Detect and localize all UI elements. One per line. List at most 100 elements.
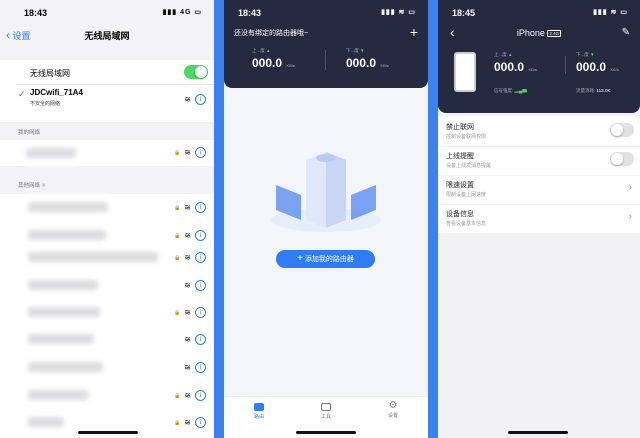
router-icon [254, 403, 264, 411]
signal-strength: 信号强度: ▂▄▆ [494, 88, 527, 94]
tab-bar: 路由 工具 ⚙ 设置 [224, 396, 428, 438]
upload-unit: KB/s [286, 63, 295, 68]
nav-bar: ‹ 设置 无线局域网 [0, 24, 214, 46]
wifi-icon: ≋ [184, 281, 191, 290]
wlan-toggle[interactable] [184, 65, 208, 79]
setting-title: 设备信息 [446, 211, 474, 218]
tab-router[interactable]: 路由 [248, 403, 270, 420]
divider [565, 56, 566, 74]
setting-speed-limit[interactable]: 限速设置 限制设备上网速度 › [438, 176, 640, 204]
home-indicator [296, 431, 356, 434]
add-router-button[interactable]: + 添加我的路由器 [276, 250, 375, 268]
connected-ssid[interactable]: JDCwifi_71A4 [30, 88, 83, 97]
setting-online-alert: 上线提醒 设备上线发消息提醒 [438, 147, 640, 175]
setting-title: 上线提醒 [446, 153, 474, 160]
info-icon[interactable]: i [195, 417, 206, 428]
other-networks-header: 其他网络 ✳ [18, 181, 46, 189]
plus-icon: + [297, 253, 303, 264]
info-icon[interactable]: i [195, 202, 206, 213]
setting-device-info[interactable]: 设备信息 查看设备基本信息 › [438, 205, 640, 233]
no-router-notice: 还没有绑定的路由器哦~ [234, 30, 309, 37]
my-networks-header: 我的网络 [18, 130, 41, 136]
status-icons: ▮▮▮ ≋ ▭ [593, 9, 628, 16]
upload-value: 000.0 [252, 56, 283, 70]
setting-desc: 设备上线发消息提醒 [446, 163, 492, 169]
info-icon[interactable]: i [195, 390, 206, 401]
setting-desc: 控制设备联网权限 [446, 134, 487, 140]
lock-icon: 🔒 [174, 419, 181, 426]
info-icon[interactable]: i [195, 94, 206, 105]
download-value: 000.0 [346, 56, 377, 70]
traffic-usage: 流量消耗: 113.0K [576, 88, 610, 94]
network-row[interactable]: ≋ i [0, 326, 214, 352]
download-value: 000.0 [576, 60, 607, 74]
upload-speed: 上...度 ▲ 000.0 KB/s [494, 52, 537, 76]
info-icon[interactable]: i [195, 252, 206, 263]
setting-title: 禁止联网 [446, 124, 474, 131]
other-networks-label: 其他网络 [18, 183, 41, 189]
status-bar: 18:43 ▮▮▮ ≋ ▭ [224, 0, 428, 24]
wifi-icon: ≋ [184, 418, 191, 427]
tab-settings-label: 设置 [387, 413, 398, 419]
info-icon[interactable]: i [195, 147, 206, 158]
info-icon[interactable]: i [195, 362, 206, 373]
traffic-value: 113.0K [596, 88, 611, 93]
setting-title: 限速设置 [446, 182, 474, 189]
device-name: iPhone [516, 28, 545, 38]
status-bar: 18:45 ▮▮▮ ≋ ▭ [438, 0, 640, 24]
wifi-icon: ≋ [184, 335, 191, 344]
device-panel: 18:45 ▮▮▮ ≋ ▭ ‹ iPhone 2.4G ✎ 上...度 ▲ 00… [438, 0, 640, 113]
network-type: 4G [180, 9, 192, 16]
edit-icon[interactable]: ✎ [622, 27, 630, 38]
connected-note: 不安全的网络 [30, 101, 61, 107]
wifi-icon: ≋ [184, 391, 191, 400]
info-icon[interactable]: i [195, 230, 206, 241]
wlan-group: 无线局域网 ✓ JDCwifi_71A4 不安全的网络 ≋ i [0, 60, 214, 122]
add-icon[interactable]: + [410, 24, 418, 40]
signal-label: 信号强度: [494, 88, 514, 93]
traffic-label: 流量消耗: [576, 88, 596, 93]
chevron-right-icon: › [628, 182, 632, 193]
network-row[interactable]: 🔒 ≋ i [0, 299, 214, 325]
home-indicator [508, 431, 568, 434]
download-speed: 下...度 ▼ 000.0 KB/s [576, 52, 619, 76]
lock-icon: 🔒 [174, 149, 181, 156]
toolbox-icon [321, 403, 331, 411]
wifi-icon: ≋ [184, 148, 191, 157]
tab-router-label: 路由 [253, 414, 264, 420]
my-network-row[interactable]: 🔒 ≋ i [0, 140, 214, 166]
loading-spinner-icon: ✳ [41, 183, 47, 189]
info-icon[interactable]: i [195, 334, 206, 345]
lock-icon: 🔒 [174, 204, 181, 211]
network-row[interactable]: 🔒 ≋ i [0, 382, 214, 408]
network-row[interactable]: ≋ i [0, 354, 214, 380]
online-alert-toggle[interactable] [610, 152, 634, 166]
block-network-toggle[interactable] [610, 123, 634, 137]
status-time: 18:43 [238, 8, 262, 18]
wifi-icon: ≋ [184, 308, 191, 317]
upload-value: 000.0 [494, 60, 525, 74]
info-icon[interactable]: i [195, 307, 206, 318]
setting-desc: 限制设备上网速度 [446, 192, 487, 198]
wlan-settings-screen: 18:43 ▮▮▮ 4G ▭ ‹ 设置 无线局域网 无线局域网 ✓ JDCwif… [0, 0, 214, 438]
lock-icon: 🔒 [174, 392, 181, 399]
add-router-label: 添加我的路由器 [304, 256, 354, 263]
info-icon[interactable]: i [195, 280, 206, 291]
wlan-toggle-label: 无线局域网 [30, 69, 70, 78]
network-row[interactable]: ≋ i [0, 272, 214, 298]
chevron-right-icon: › [628, 211, 632, 222]
arrow-up-icon: ▲ [266, 48, 271, 53]
tab-settings[interactable]: ⚙ 设置 [382, 401, 404, 420]
network-row[interactable]: 🔒 ≋ i [0, 244, 214, 270]
network-row[interactable]: 🔒 ≋ i [0, 194, 214, 220]
divider [325, 50, 326, 70]
router-illustration [266, 140, 386, 235]
setting-desc: 查看设备基本信息 [446, 221, 487, 227]
band-badge: 2.4G [547, 30, 562, 38]
download-unit: KB/s [380, 63, 389, 68]
tab-tools[interactable]: 工具 [315, 403, 337, 420]
arrow-down-icon: ▼ [590, 52, 595, 57]
download-unit: KB/s [610, 67, 619, 72]
wifi-icon: ≋ [184, 253, 191, 262]
lock-icon: 🔒 [174, 254, 181, 261]
